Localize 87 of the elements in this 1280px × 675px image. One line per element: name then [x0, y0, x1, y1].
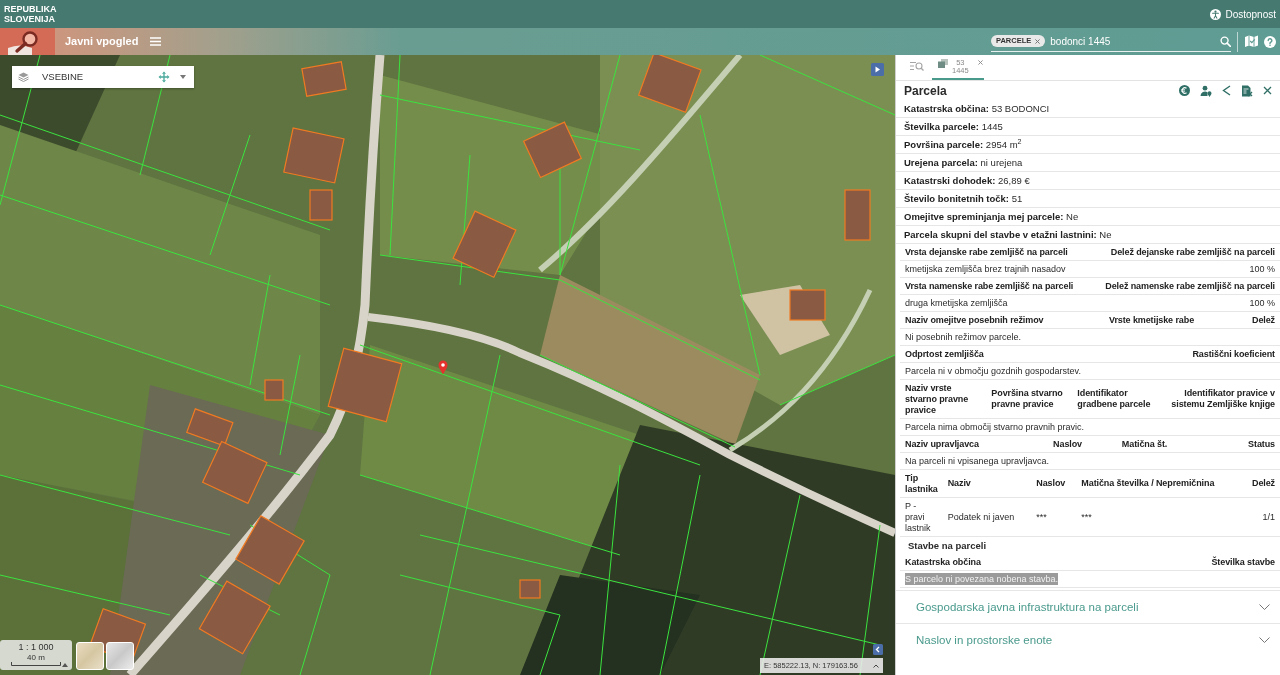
parcel-property: Parcela skupni del stavbe v etažni lastnini: Ne	[904, 228, 1112, 240]
site-title: REPUBLIKA SLOVENIJA	[4, 4, 58, 24]
section-title: Stavbe na parceli	[907, 539, 988, 553]
column-header: Številka stavbe	[1104, 554, 1280, 571]
parcel-property: Katastrski dohodek: 26,89 €	[904, 174, 1030, 186]
table-cell: ***	[1031, 497, 1077, 537]
empty-message: Na parceli ni vpisanega upravljavca.	[905, 454, 1050, 467]
column-header: Površina stvarno pravne pravice	[986, 380, 1073, 419]
column-header: Odprtost zemljišča	[900, 346, 1086, 363]
column-header: Delež	[1234, 312, 1280, 329]
parcel-property: Število bonitetnih točk: 51	[904, 192, 1023, 204]
basemap-thumbnail[interactable]	[76, 642, 104, 670]
close-icon[interactable]	[1263, 86, 1272, 95]
caret-down-icon[interactable]	[180, 75, 186, 79]
column-header: Matična št.	[1116, 436, 1215, 453]
close-icon[interactable]	[977, 60, 983, 65]
app-title: Javni vpogled	[65, 34, 139, 50]
table-cell: druga kmetijska zemljišča	[900, 294, 1090, 312]
column-header: Delež	[1241, 470, 1280, 498]
scale-distance: 40 m	[26, 653, 46, 662]
building-outline	[789, 289, 826, 321]
empty-message: Parcela nima območij stvarno pravnih pravic.	[905, 420, 1085, 433]
basemap-thumbnail[interactable]	[106, 642, 134, 670]
caret-up-icon[interactable]	[62, 663, 68, 667]
table-cell: Podatek ni javen	[942, 497, 1032, 537]
chevron-left-icon[interactable]	[873, 644, 883, 655]
panel-title: Parcela	[904, 82, 948, 100]
column-header: Delež namenske rabe zemljišč na parceli	[1089, 278, 1280, 295]
share-icon[interactable]	[1222, 85, 1231, 96]
location-pin-icon	[438, 360, 448, 375]
column-header: Naziv upravljavca	[900, 436, 1049, 453]
parcel-property: Omejitve spreminjanja mej parcele: Ne	[904, 210, 1079, 222]
parcel-icon	[938, 59, 948, 68]
map-icon[interactable]	[1244, 35, 1259, 48]
spreadsheet-icon[interactable]	[1241, 84, 1253, 97]
table-cell: 100 %	[1089, 260, 1280, 278]
euro-icon[interactable]	[1179, 85, 1190, 96]
accessibility-link[interactable]: Dostopnost	[1210, 6, 1276, 22]
building-outline	[519, 579, 541, 599]
column-header: Matična številka / Nepremičnina	[1076, 470, 1242, 498]
column-header: Identifikator gradbene parcele	[1072, 380, 1163, 419]
building-outline	[844, 189, 871, 241]
building-outline	[301, 61, 347, 97]
scale-ratio: 1 : 1 000	[17, 642, 55, 653]
column-header: Katastrska občina	[900, 554, 1105, 571]
column-header: Naziv vrste stvarno pravne pravice	[900, 380, 987, 419]
table-cell: P - pravi lastnik	[900, 497, 943, 537]
column-header: Vrsta namenske rabe zemljišč na parceli	[900, 278, 1090, 295]
column-header: Naslov	[1048, 436, 1117, 453]
column-header: Vrste kmetijske rabe	[1104, 312, 1235, 329]
scale-bar	[11, 662, 61, 666]
table-cell: kmetijska zemljišča brez trajnih nasadov	[900, 260, 1090, 278]
column-header: Status	[1214, 436, 1280, 453]
column-header: Naslov	[1031, 470, 1077, 498]
building-outline	[264, 379, 284, 401]
help-icon[interactable]	[1264, 35, 1276, 48]
empty-message: Parcela ni v območju gozdnih gospodarstev.	[905, 364, 1081, 377]
layers-icon	[18, 72, 29, 82]
table-cell: ***	[1076, 497, 1242, 537]
table-cell: 1/1	[1241, 497, 1280, 537]
column-header: Delež dejanske rabe zemljišč na parceli	[1089, 244, 1280, 261]
column-header: Identifikator pravice v sistemu Zemljiške knjige	[1162, 380, 1280, 419]
arrow-right-icon[interactable]	[871, 63, 884, 76]
column-header: Naziv	[942, 470, 1032, 498]
parcel-property: Površina parcele: 2954 m$^{2}$	[904, 138, 1022, 150]
column-header: Tip lastnika	[900, 470, 943, 498]
column-header: Rastiščni koeficient	[1086, 346, 1280, 363]
column-header: Vrsta dejanske rabe zemljišč na parceli	[900, 244, 1090, 261]
magnifier-icon[interactable]	[0, 28, 55, 55]
table-cell: 100 %	[1089, 294, 1280, 312]
caret-up-icon[interactable]	[873, 663, 879, 668]
parcel-property: Urejena parcela: ni urejena	[904, 156, 1023, 168]
user-pin-icon[interactable]	[1200, 84, 1212, 97]
move-icon[interactable]	[158, 71, 170, 83]
parcel-property: Katastrska občina: 53 BODONCI	[904, 102, 1050, 114]
column-header: Naziv omejitve posebnih režimov	[900, 312, 1104, 329]
search-field[interactable]: bodonci 1445	[1045, 33, 1220, 49]
empty-message: S parcelo ni povezana nobena stavba.	[905, 572, 1059, 585]
accessibility-icon	[1210, 8, 1222, 20]
list-search-icon	[910, 61, 924, 72]
building-outline	[309, 189, 333, 221]
layers-dropdown[interactable]: VSEBINE	[12, 66, 194, 88]
empty-message: Ni posebnih režimov parcele.	[905, 330, 1022, 343]
close-icon[interactable]	[1035, 38, 1041, 44]
search-icon[interactable]	[1220, 35, 1231, 47]
menu-icon[interactable]	[150, 37, 162, 46]
parcel-property: Številka parcele: 1445	[904, 120, 1003, 132]
